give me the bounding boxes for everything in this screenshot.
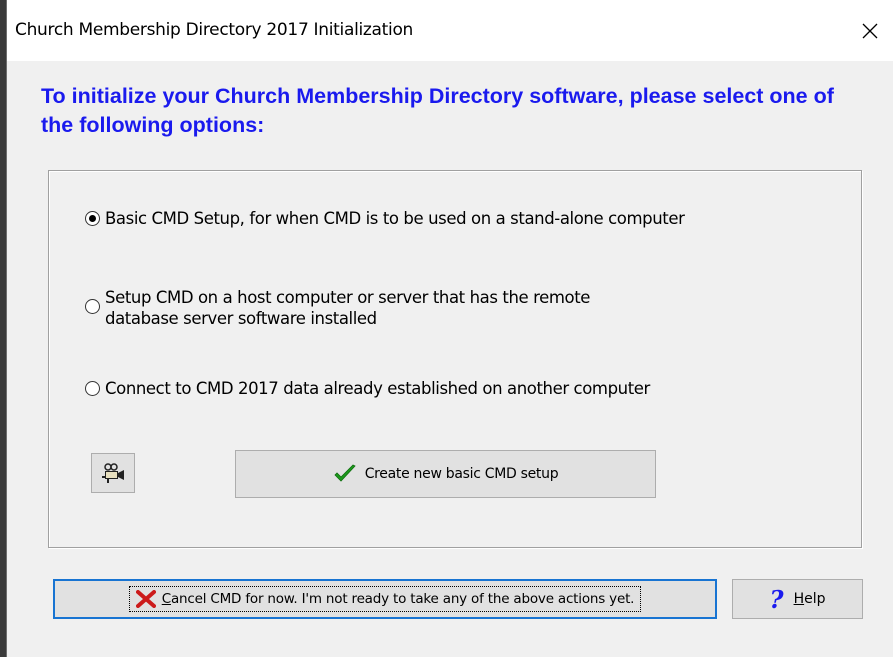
option-host-setup-label: Setup CMD on a host computer or server t… [105, 287, 590, 329]
instruction-heading: To initialize your Church Membership Dir… [41, 84, 834, 137]
cancel-button[interactable]: Cancel CMD for now. I'm not ready to tak… [53, 579, 717, 619]
option-host-setup[interactable]: Setup CMD on a host computer or server t… [85, 287, 590, 329]
radio-basic-setup[interactable] [85, 211, 100, 226]
help-label: Help [794, 591, 826, 607]
radio-host-setup[interactable] [85, 299, 100, 314]
option-connect-existing-label: Connect to CMD 2017 data already establi… [105, 379, 650, 398]
help-label-mnemonic: H [793, 591, 805, 607]
option-connect-existing[interactable]: Connect to CMD 2017 data already establi… [85, 379, 650, 398]
cancel-label-mnemonic: C [161, 591, 171, 607]
cancel-label: Cancel CMD for now. I'm not ready to tak… [162, 591, 635, 607]
option-host-setup-label-line1: Setup CMD on a host computer or server t… [105, 288, 591, 307]
window-title: Church Membership Directory 2017 Initial… [15, 20, 414, 40]
video-camera-icon [102, 463, 124, 483]
option-basic-setup-label: Basic CMD Setup, for when CMD is to be u… [105, 209, 685, 228]
checkmark-icon [334, 464, 356, 482]
help-button[interactable]: ? Help [732, 579, 863, 619]
dialog-window: Church Membership Directory 2017 Initial… [6, 0, 893, 657]
red-x-icon [135, 590, 156, 608]
option-basic-setup[interactable]: Basic CMD Setup, for when CMD is to be u… [85, 209, 685, 228]
create-setup-label: Create new basic CMD setup [364, 466, 559, 482]
video-tutorial-button[interactable] [91, 453, 135, 493]
radio-connect-existing[interactable] [85, 381, 100, 396]
options-group: Basic CMD Setup, for when CMD is to be u… [48, 170, 862, 548]
close-icon [862, 23, 878, 38]
title-bar: Church Membership Directory 2017 Initial… [7, 0, 893, 61]
option-host-setup-label-line2: database server software installed [105, 309, 377, 328]
question-mark-icon: ? [769, 584, 784, 614]
close-button[interactable] [847, 0, 893, 61]
cancel-label-rest: ancel CMD for now. I'm not ready to take… [170, 591, 635, 607]
help-label-rest: elp [804, 591, 826, 607]
create-setup-button[interactable]: Create new basic CMD setup [235, 450, 656, 498]
cancel-button-focus: Cancel CMD for now. I'm not ready to tak… [128, 586, 642, 612]
